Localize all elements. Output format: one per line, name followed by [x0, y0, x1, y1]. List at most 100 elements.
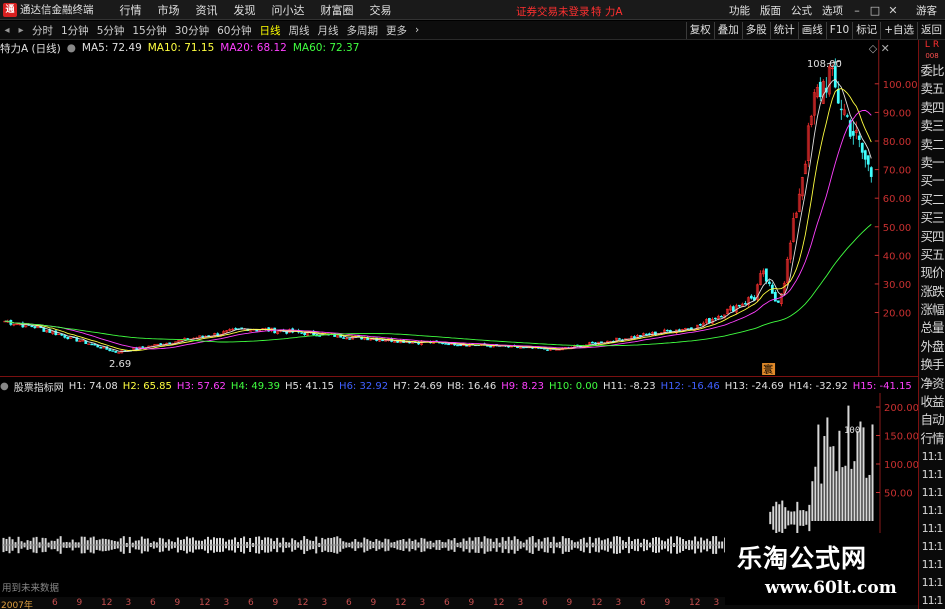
side-item[interactable]: 买四 — [919, 228, 945, 246]
right-menu: 功能 版面 公式 选项 – □ ✕ 游客 — [724, 0, 945, 20]
menu-ask[interactable]: 问小达 — [264, 2, 313, 18]
tool-back[interactable]: 返回 — [917, 22, 945, 39]
candle-body — [678, 329, 681, 331]
menu-market-quotes[interactable]: 行情 — [112, 2, 150, 18]
tool-stats[interactable]: 统计 — [769, 22, 798, 39]
menu-options[interactable]: 选项 — [817, 3, 848, 18]
side-item[interactable]: 现价 — [919, 264, 945, 282]
nav-right-icon[interactable]: ▸ — [14, 25, 28, 36]
period-tab[interactable]: 分时 — [28, 23, 57, 38]
price-tick-label: 40.00 — [883, 251, 912, 262]
indicator-peak-label: 100 — [844, 426, 860, 436]
period-tab[interactable]: 15分钟 — [128, 23, 170, 38]
side-item[interactable]: 自动 — [919, 411, 945, 429]
side-item[interactable]: 换手 — [919, 356, 945, 374]
indicator-settings-icon[interactable]: ● — [0, 381, 9, 392]
price-tick-label: 90.00 — [883, 108, 912, 119]
side-tab-l[interactable]: L — [925, 40, 930, 50]
period-tab[interactable]: 5分钟 — [93, 23, 129, 38]
side-item[interactable]: 卖三 — [919, 117, 945, 135]
maximize-icon[interactable]: □ — [866, 4, 884, 17]
menu-news[interactable]: 资讯 — [188, 2, 226, 18]
side-item[interactable]: 委比 — [919, 62, 945, 80]
side-panel-header[interactable]: L R 008 — [919, 40, 945, 62]
login-status[interactable]: 证券交易未登录 — [516, 4, 590, 19]
indicator-bar — [781, 500, 784, 536]
side-tab-r[interactable]: R — [933, 40, 939, 50]
axis-year: 2007年 — [1, 601, 33, 609]
more-chevron-icon[interactable]: › — [411, 24, 423, 36]
axis-month: 12 — [689, 598, 701, 608]
side-item[interactable]: 卖五 — [919, 80, 945, 98]
indicator-value: H6: 32.92 — [339, 380, 389, 392]
period-tab[interactable]: 60分钟 — [213, 23, 255, 38]
side-item[interactable]: 买五 — [919, 246, 945, 264]
period-tab[interactable]: 1分钟 — [57, 23, 93, 38]
side-item[interactable]: 卖四 — [919, 99, 945, 117]
period-tab[interactable]: 多周期 — [343, 23, 383, 38]
menu-function[interactable]: 功能 — [724, 3, 755, 18]
tool-multi-stock[interactable]: 多股 — [741, 22, 770, 39]
tool-adjust[interactable]: 复权 — [685, 22, 714, 39]
candle-body — [489, 346, 492, 348]
indicator-bar — [805, 511, 808, 525]
side-item[interactable]: 买三 — [919, 209, 945, 227]
period-tab[interactable]: 周线 — [285, 23, 314, 38]
candle-body — [300, 332, 304, 334]
side-item[interactable]: 行情 — [919, 430, 945, 448]
indicator-value: H5: 41.15 — [284, 380, 335, 392]
period-tab[interactable]: 30分钟 — [171, 23, 213, 38]
period-tab-daily[interactable]: 日线 — [256, 23, 285, 38]
side-item[interactable]: 涨幅 — [919, 301, 945, 319]
indicator-value: H10: 0.00 — [548, 380, 598, 392]
nav-left-icon[interactable]: ◂ — [0, 25, 14, 36]
minimize-icon[interactable]: – — [848, 4, 866, 17]
menu-trade[interactable]: 交易 — [362, 2, 400, 18]
menu-layout[interactable]: 版面 — [755, 3, 786, 18]
tool-f10[interactable]: F10 — [825, 22, 852, 39]
moving-average-lines — [4, 78, 872, 352]
menu-formula[interactable]: 公式 — [786, 3, 817, 18]
indicator-bar — [871, 424, 874, 521]
candlestick-chart[interactable]: 100.00 90.00 80.00 70.00 60.00 50.00 40.00 30.0… — [0, 40, 918, 377]
period-tab[interactable]: 月线 — [314, 23, 343, 38]
indicator-bar — [829, 446, 832, 521]
candle-body — [737, 304, 741, 307]
ma10-line — [4, 88, 872, 352]
menu-wealth[interactable]: 财富圈 — [313, 2, 362, 18]
candle-body — [845, 115, 849, 117]
indicator-value: H12: -16.46 — [660, 380, 720, 392]
side-item[interactable]: 收益 — [919, 393, 945, 411]
candle-body — [114, 351, 118, 353]
indicator-bar — [772, 506, 775, 530]
indicator-name[interactable]: 股票指标网 — [14, 379, 64, 394]
candle-body — [839, 108, 843, 111]
tool-draw-line[interactable]: 画线 — [797, 22, 826, 39]
candle-body — [30, 325, 34, 328]
guest-button[interactable]: 游客 — [916, 3, 937, 18]
tool-overlay[interactable]: 叠加 — [713, 22, 742, 39]
event-marker[interactable]: 寰 — [763, 363, 773, 376]
price-tick-label: 30.00 — [883, 280, 912, 291]
side-item[interactable]: 净资 — [919, 375, 945, 393]
tool-mark[interactable]: 标记 — [852, 22, 880, 39]
side-item[interactable]: 总量 — [919, 319, 945, 337]
close-icon[interactable]: ✕ — [884, 4, 902, 17]
side-item[interactable]: 卖二 — [919, 136, 945, 154]
side-item[interactable]: 外盘 — [919, 338, 945, 356]
side-item[interactable]: 买二 — [919, 191, 945, 209]
menu-market[interactable]: 市场 — [150, 2, 188, 18]
candle-body — [303, 332, 307, 335]
candle-body — [234, 328, 238, 330]
candle-body — [776, 300, 780, 303]
candle-body — [342, 337, 346, 339]
candle-body — [731, 306, 735, 312]
collapse-icon[interactable]: ◇ ✕ — [869, 42, 890, 55]
menu-discover[interactable]: 发现 — [226, 2, 264, 18]
tool-add-watchlist[interactable]: +自选 — [880, 22, 917, 39]
side-item[interactable]: 卖一 — [919, 154, 945, 172]
side-item[interactable]: 买一 — [919, 172, 945, 190]
side-item[interactable]: 涨跌 — [919, 283, 945, 301]
period-tab-more[interactable]: 更多 — [382, 23, 411, 38]
axis-month: 3 — [517, 598, 524, 608]
